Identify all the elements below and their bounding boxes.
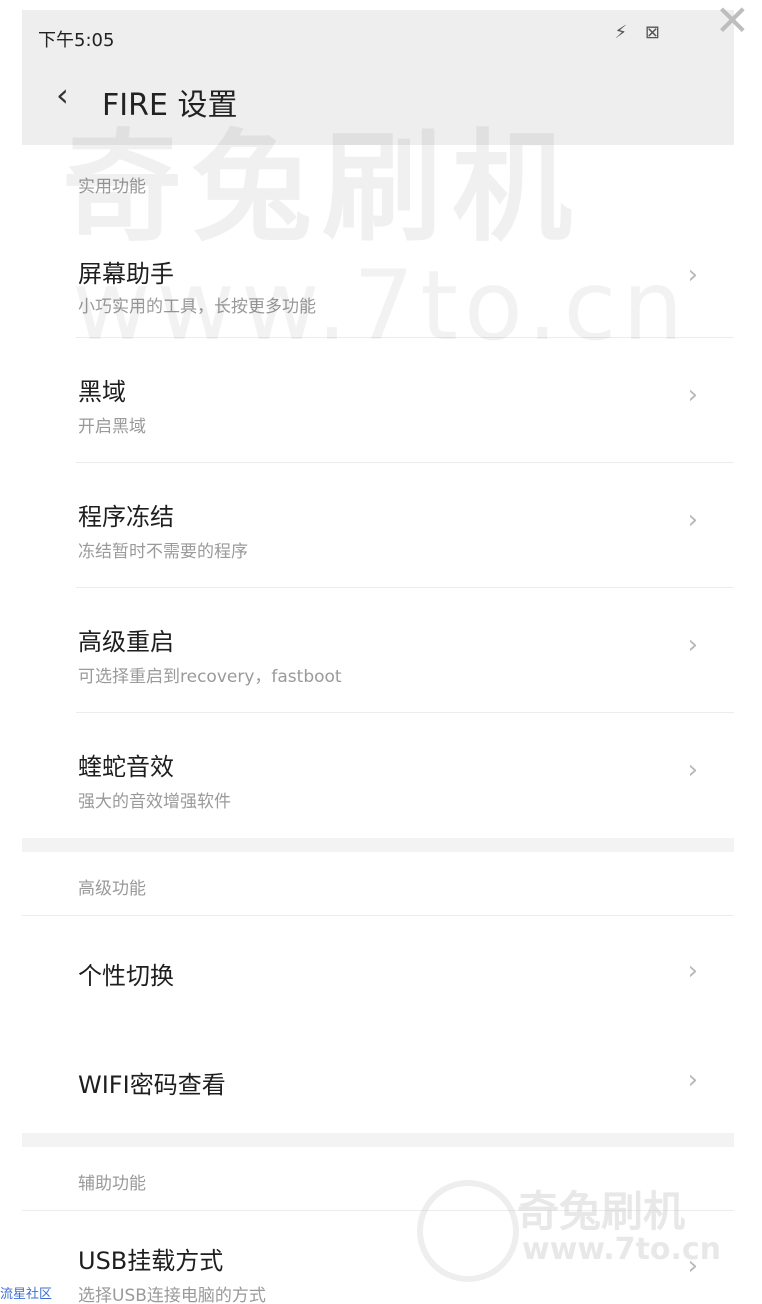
status-icons: ⚡ ⊠: [614, 22, 666, 43]
chevron-right-icon: ›: [687, 1251, 698, 1281]
item-title: 黑域: [78, 378, 126, 406]
section-gap: [22, 838, 734, 852]
item-title: 程序冻结: [78, 503, 174, 531]
item-subtitle: 冻结暂时不需要的程序: [78, 542, 248, 562]
item-subtitle: 开启黑域: [78, 417, 146, 437]
back-icon[interactable]: ‹: [56, 76, 69, 114]
item-app-freeze[interactable]: 程序冻结 冻结暂时不需要的程序 ›: [22, 463, 734, 588]
item-viper-audio[interactable]: 蝰蛇音效 强大的音效增强软件 ›: [22, 713, 734, 838]
chevron-right-icon: ›: [687, 260, 698, 290]
section-header-useful: 实用功能: [22, 150, 734, 210]
section-header-auxiliary: 辅助功能: [22, 1147, 734, 1207]
chevron-right-icon: ›: [687, 1065, 698, 1095]
chevron-right-icon: ›: [687, 755, 698, 785]
item-title: 个性切换: [78, 962, 174, 990]
item-subtitle: 可选择重启到recovery，fastboot: [78, 667, 342, 687]
item-title: USB挂载方式: [78, 1247, 224, 1275]
item-wifi-password[interactable]: WIFI密码查看 ›: [22, 1025, 734, 1133]
chevron-right-icon: ›: [687, 505, 698, 535]
section-header-advanced: 高级功能: [22, 852, 734, 912]
item-advanced-reboot[interactable]: 高级重启 可选择重启到recovery，fastboot ›: [22, 588, 734, 713]
settings-screen: 下午5:05 ⚡ ⊠ ‹ FIRE 设置 实用功能 屏幕助手 小巧实用的工具，长…: [22, 10, 734, 1304]
footer-tag: 流星社区: [0, 1287, 53, 1302]
item-black-domain[interactable]: 黑域 开启黑域 ›: [22, 338, 734, 463]
item-theme-switch[interactable]: 个性切换 ›: [22, 915, 734, 1026]
item-title: 屏幕助手: [78, 260, 174, 288]
item-subtitle: 小巧实用的工具，长按更多功能: [78, 297, 316, 317]
chevron-right-icon: ›: [687, 630, 698, 660]
item-title: 蝰蛇音效: [78, 753, 174, 781]
item-title: 高级重启: [78, 628, 174, 656]
page-title: FIRE 设置: [102, 88, 238, 123]
item-subtitle: 强大的音效增强软件: [78, 792, 231, 812]
section-gap: [22, 1133, 734, 1147]
top-bar: 下午5:05 ⚡ ⊠ ‹ FIRE 设置: [22, 10, 734, 145]
chevron-right-icon: ›: [687, 380, 698, 410]
item-screen-assistant[interactable]: 屏幕助手 小巧实用的工具，长按更多功能 ›: [22, 220, 734, 338]
chevron-right-icon: ›: [687, 956, 698, 986]
item-title: WIFI密码查看: [78, 1071, 226, 1099]
status-time: 下午5:05: [38, 30, 115, 51]
close-icon[interactable]: ✕: [715, 0, 750, 45]
item-subtitle: 选择USB连接电脑的方式: [78, 1286, 266, 1304]
item-usb-mount[interactable]: USB挂载方式 选择USB连接电脑的方式 ›: [22, 1210, 734, 1304]
